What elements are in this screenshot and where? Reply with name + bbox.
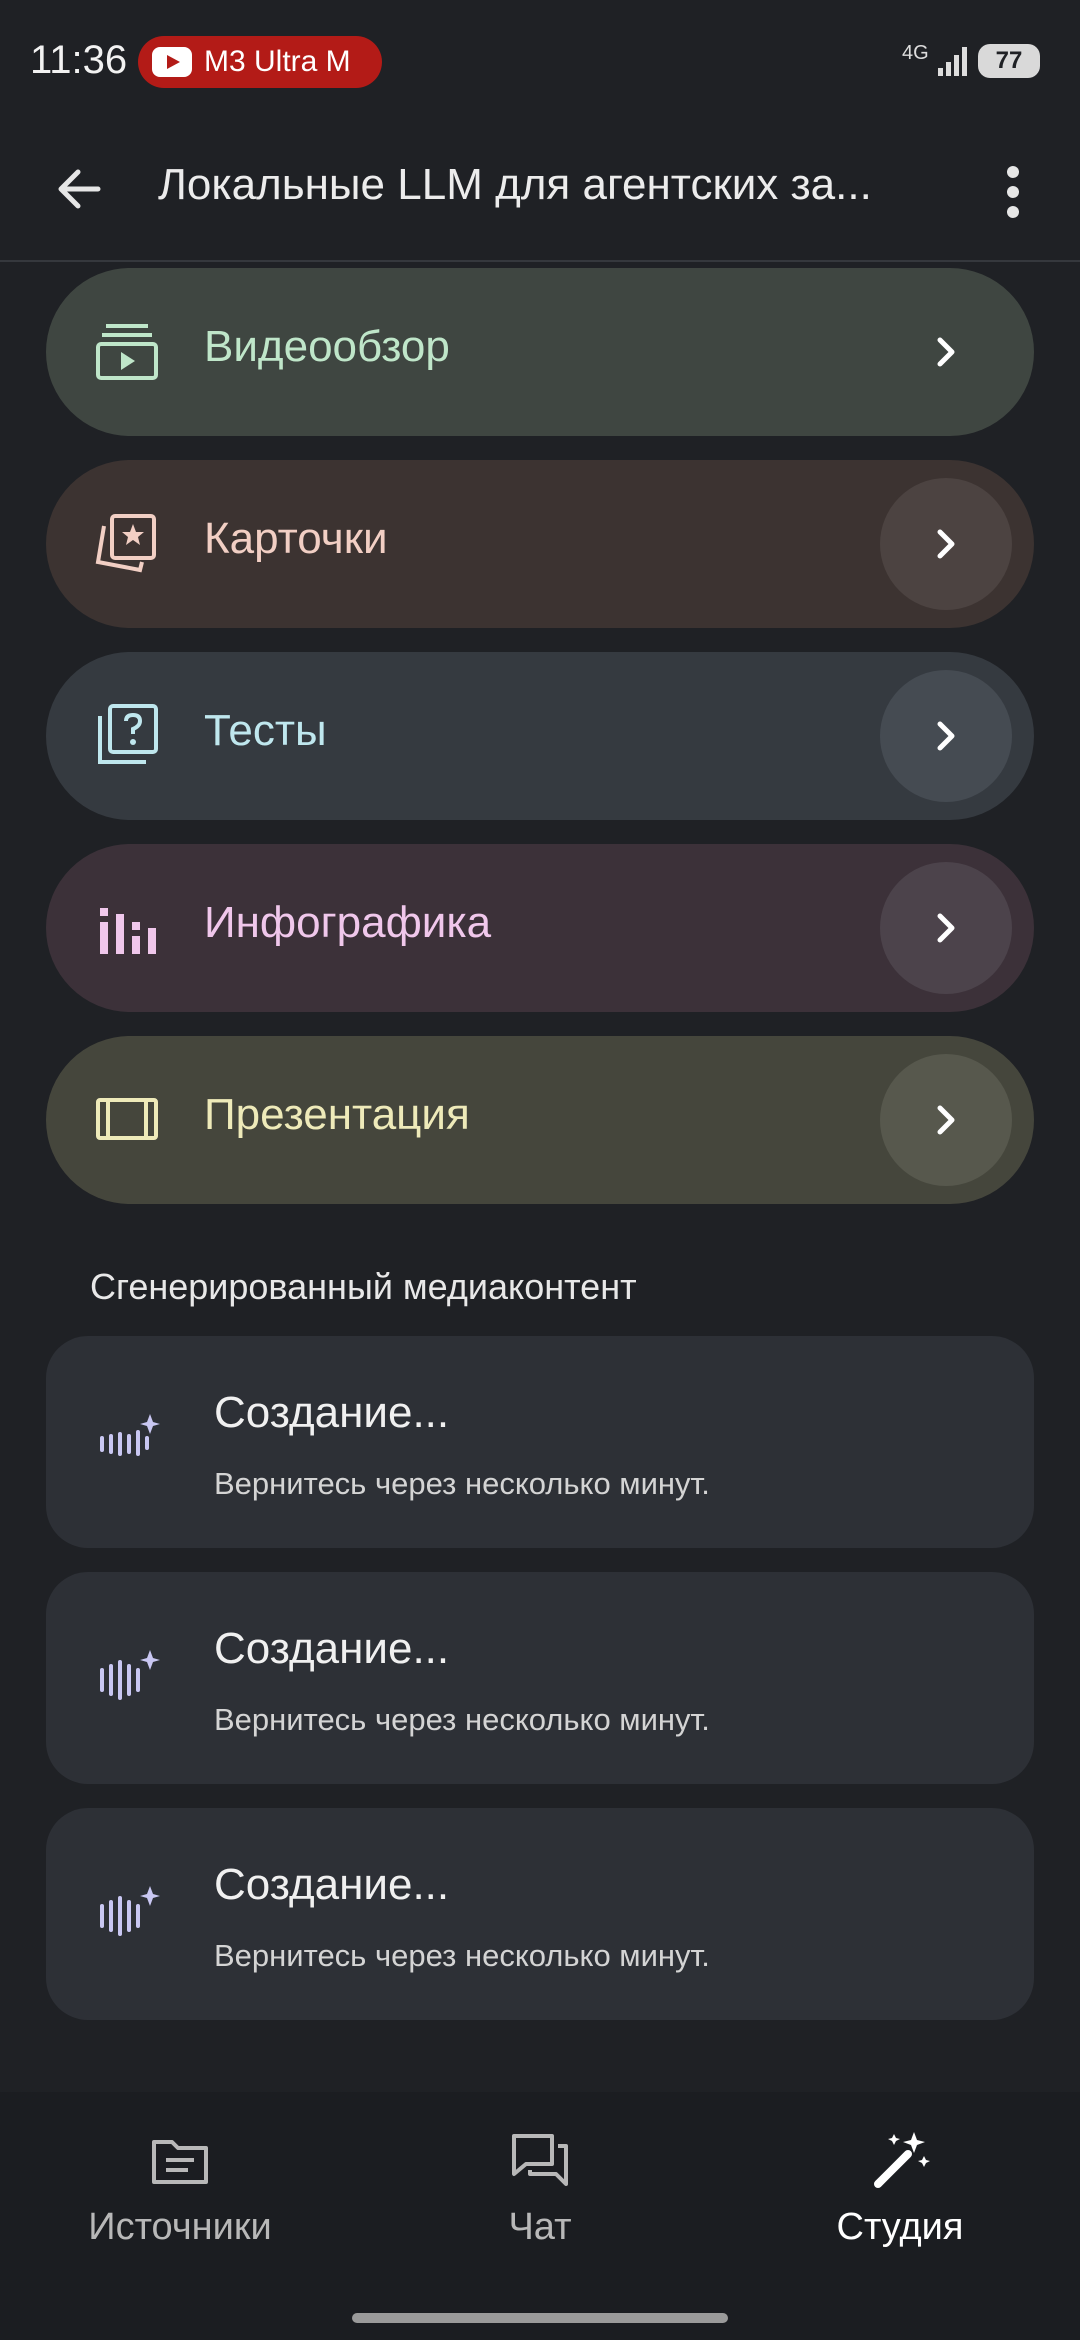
- section-title: Сгенерированный медиаконтент: [90, 1266, 637, 1307]
- video-overview-icon: [96, 324, 158, 380]
- chevron-right-icon: [937, 529, 955, 559]
- card-open-button[interactable]: [880, 478, 1012, 610]
- generated-media-list: Создание... Вернитесь через несколько ми…: [46, 1336, 1034, 2044]
- page-title: Локальные LLM для агентских за...: [158, 160, 872, 209]
- media-item-title: Создание...: [214, 1860, 450, 1909]
- card-presentation[interactable]: Презентация: [46, 1036, 1034, 1204]
- card-open-button[interactable]: [880, 1054, 1012, 1186]
- nav-label: Студия: [836, 2206, 964, 2248]
- quiz-icon: [98, 704, 158, 764]
- audio-sparkle-icon: [100, 1414, 160, 1456]
- back-arrow-icon[interactable]: [44, 154, 114, 224]
- chevron-right-icon: [937, 337, 955, 367]
- audio-sparkle-icon: [100, 1650, 160, 1700]
- nav-item-studio[interactable]: Студия: [750, 2128, 1050, 2268]
- network-type: 4G: [902, 42, 929, 64]
- status-bar: 11:36 M3 Ultra M 4G 77: [0, 0, 1080, 120]
- infographic-icon: [100, 908, 156, 954]
- media-item[interactable]: Создание... Вернитесь через несколько ми…: [46, 1572, 1034, 1784]
- media-item[interactable]: Создание... Вернитесь через несколько ми…: [46, 1336, 1034, 1548]
- media-item[interactable]: Создание... Вернитесь через несколько ми…: [46, 1808, 1034, 2020]
- status-time: 11:36: [30, 38, 128, 82]
- magic-wand-icon: [874, 2132, 930, 2188]
- card-label: Карточки: [204, 514, 388, 563]
- presentation-icon: [96, 1098, 158, 1140]
- chevron-right-icon: [937, 1105, 955, 1135]
- sources-folder-icon: [152, 2140, 208, 2184]
- card-open-button[interactable]: [880, 670, 1012, 802]
- nav-item-sources[interactable]: Источники: [30, 2128, 330, 2268]
- media-chip-text: M3 Ultra M: [204, 45, 351, 78]
- studio-tools-list: Видеообзор Карточки Тесты Инфографика Пр…: [46, 268, 1034, 1228]
- card-label: Видеообзор: [204, 322, 450, 371]
- app-bar: Локальные LLM для агентских за...: [0, 120, 1080, 262]
- screen: 11:36 M3 Ultra M 4G 77 Локальные LLM для…: [0, 0, 1080, 2340]
- nav-label: Источники: [88, 2206, 272, 2248]
- gesture-home-indicator[interactable]: [352, 2313, 728, 2323]
- media-item-subtitle: Вернитесь через несколько минут.: [214, 1938, 710, 1973]
- card-open-button[interactable]: [880, 286, 1012, 418]
- more-vert-icon[interactable]: [990, 160, 1036, 224]
- media-item-title: Создание...: [214, 1624, 450, 1673]
- card-video-overview[interactable]: Видеообзор: [46, 268, 1034, 436]
- audio-sparkle-icon: [100, 1886, 160, 1936]
- media-item-subtitle: Вернитесь через несколько минут.: [214, 1702, 710, 1737]
- signal-icon: [938, 47, 967, 76]
- nav-label: Чат: [508, 2206, 572, 2248]
- card-infographic[interactable]: Инфографика: [46, 844, 1034, 1012]
- nav-item-chat[interactable]: Чат: [390, 2128, 690, 2268]
- media-item-subtitle: Вернитесь через несколько минут.: [214, 1466, 710, 1501]
- card-label: Инфографика: [204, 898, 492, 947]
- card-flashcards[interactable]: Карточки: [46, 460, 1034, 628]
- flashcards-icon: [95, 514, 156, 573]
- card-label: Презентация: [204, 1090, 470, 1139]
- chevron-right-icon: [937, 721, 955, 751]
- card-label: Тесты: [204, 706, 327, 755]
- media-playing-chip[interactable]: M3 Ultra M: [138, 36, 382, 88]
- youtube-icon: [152, 47, 192, 77]
- chevron-right-icon: [937, 913, 955, 943]
- media-item-title: Создание...: [214, 1388, 450, 1437]
- battery-indicator: 77: [978, 44, 1040, 78]
- bottom-navigation: Источники Чат Студия: [0, 2092, 1080, 2340]
- card-open-button[interactable]: [880, 862, 1012, 994]
- card-quiz[interactable]: Тесты: [46, 652, 1034, 820]
- chat-icon: [512, 2134, 568, 2186]
